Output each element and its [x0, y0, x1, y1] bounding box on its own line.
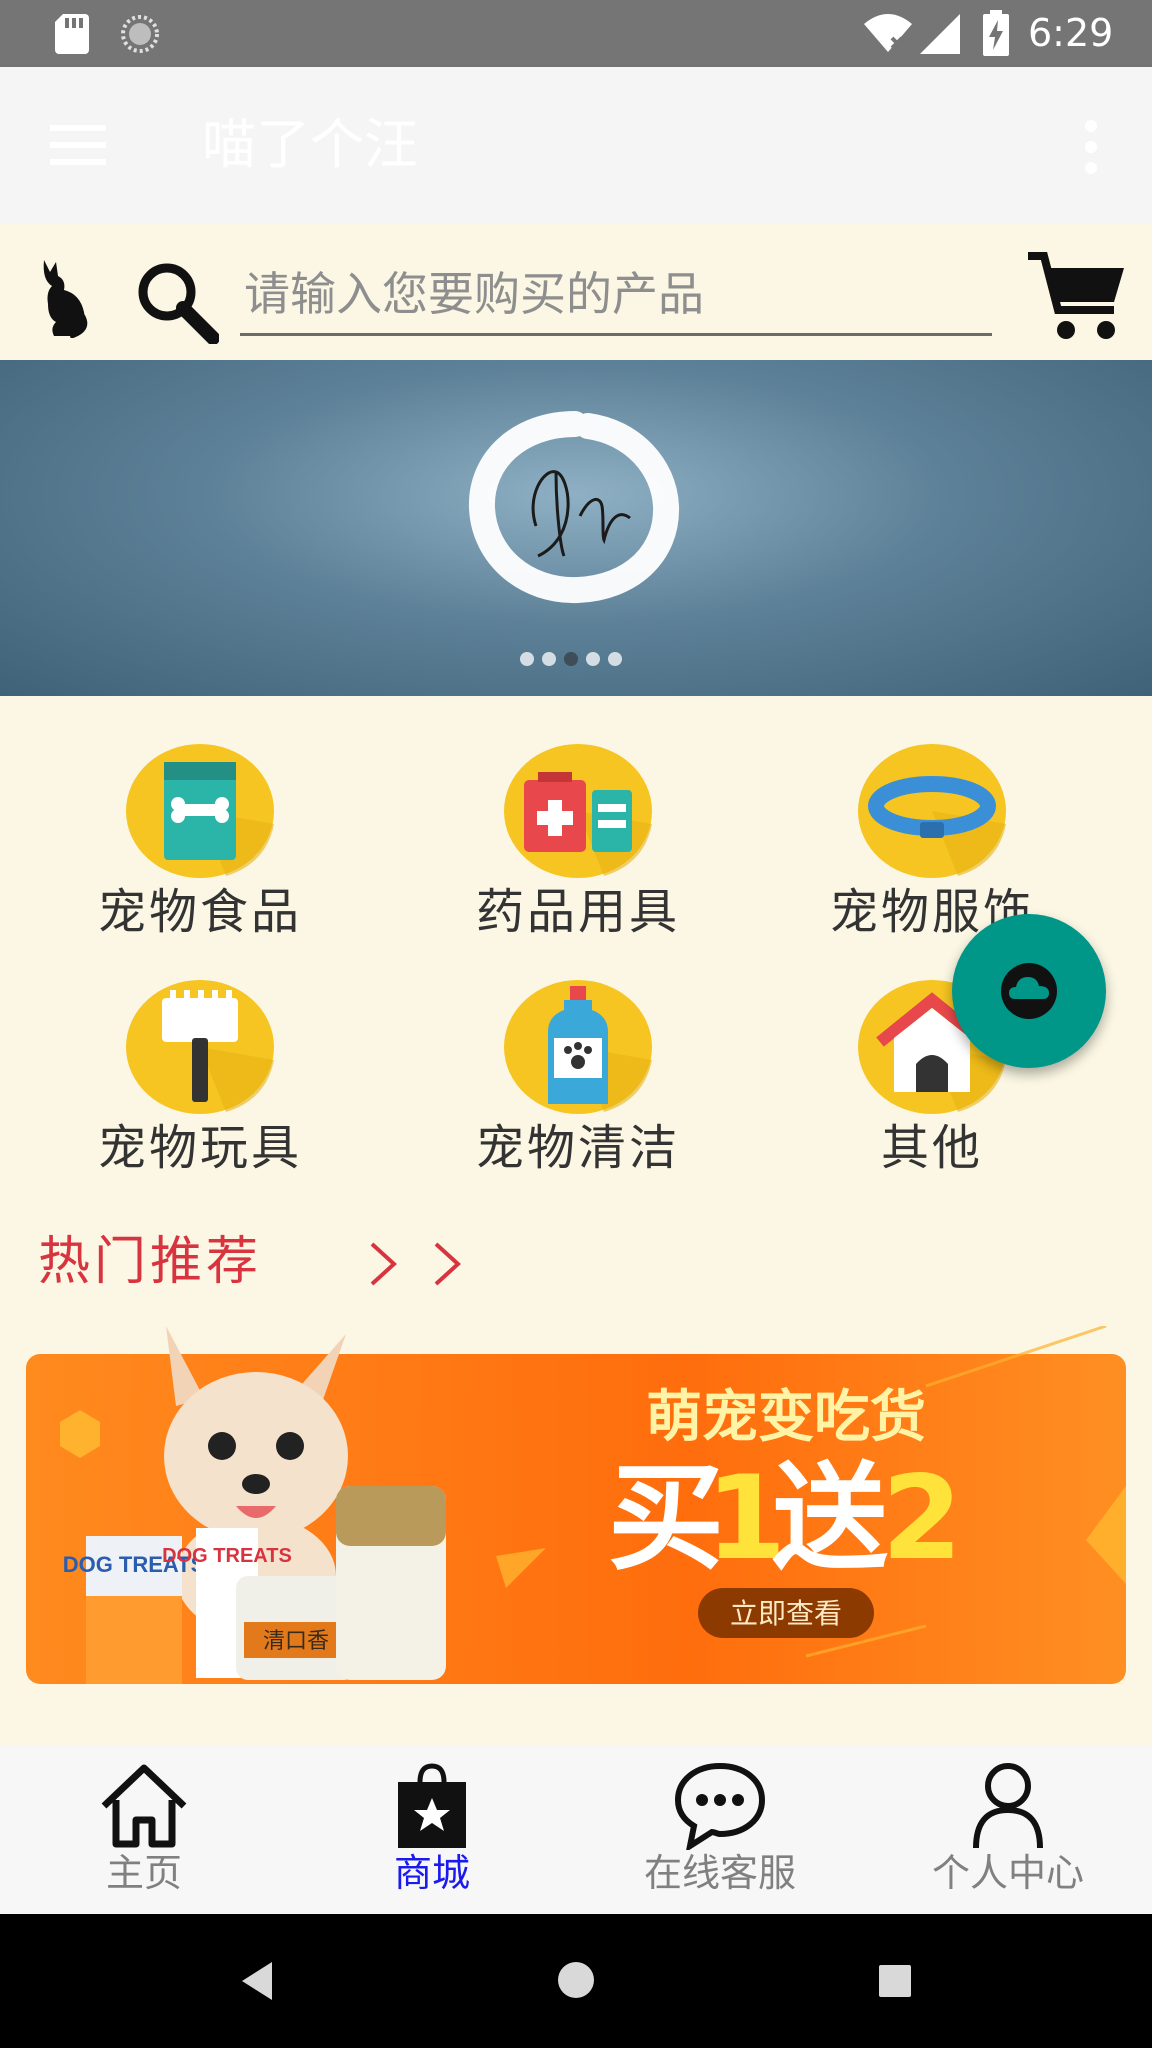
promo-headline: 萌宠变吃货	[646, 1385, 926, 1450]
promo-cta-label: 立即查看	[730, 1597, 842, 1630]
cloud-fab-button[interactable]	[952, 914, 1106, 1068]
back-icon[interactable]	[238, 1960, 274, 2002]
home-icon	[101, 1764, 187, 1848]
cart-icon[interactable]	[1028, 250, 1128, 342]
bottom-navigation: 主页 商城 在线客服 个人中心	[0, 1746, 1152, 1914]
promo-jar-label: 清口香	[263, 1629, 329, 1654]
carousel-dot[interactable]	[520, 652, 534, 666]
shampoo-bottle-icon	[504, 980, 652, 1114]
medicine-kit-icon	[504, 744, 652, 878]
chat-icon	[674, 1762, 766, 1850]
cloud-icon	[1001, 963, 1057, 1019]
pet-comb-icon	[126, 980, 274, 1114]
sd-card-icon	[55, 14, 89, 54]
carousel-dot-active[interactable]	[564, 652, 578, 666]
status-bar: 6:29	[0, 0, 1152, 67]
promo-offer-give: 送	[772, 1451, 888, 1586]
category-label: 宠物清洁	[475, 1120, 680, 1176]
recents-icon[interactable]	[878, 1964, 912, 1998]
loading-spinner-icon	[121, 15, 159, 53]
person-icon	[973, 1763, 1043, 1849]
nav-item-shop[interactable]: 商城	[288, 1746, 576, 1914]
app-title: 喵了个汪	[202, 113, 418, 176]
category-pet-food[interactable]: 宠物食品	[50, 744, 350, 944]
nav-label-chat: 在线客服	[643, 1851, 796, 1895]
cat-icon[interactable]	[36, 258, 90, 338]
signal-icon	[920, 14, 960, 54]
carousel-dot[interactable]	[608, 652, 622, 666]
menu-icon[interactable]	[50, 123, 106, 167]
shop-bag-icon	[398, 1763, 466, 1848]
promo-pack-2-label: DOG TREATS	[162, 1545, 292, 1567]
category-label: 其他	[880, 1120, 983, 1176]
category-label: 宠物玩具	[97, 1120, 302, 1176]
category-label: 药品用具	[475, 884, 680, 940]
pet-food-icon	[126, 744, 274, 878]
carousel-dot[interactable]	[586, 652, 600, 666]
nav-label-home: 主页	[105, 1851, 182, 1895]
battery-charging-icon	[983, 10, 1009, 56]
more-vert-icon[interactable]	[1080, 119, 1102, 175]
nav-item-chat[interactable]: 在线客服	[576, 1746, 864, 1914]
home-circle-icon[interactable]	[556, 1960, 596, 2000]
chevron-right-icon[interactable]	[362, 1236, 470, 1292]
carousel-dot[interactable]	[542, 652, 556, 666]
shop-screen: 6:29 喵了个汪 请输入您要购买的产品 宠物食品 药品用具 宠物服饰 宠物玩具…	[0, 0, 1152, 2048]
nav-item-profile[interactable]: 个人中心	[864, 1746, 1152, 1914]
wifi-off-icon	[864, 14, 912, 52]
banner-carousel[interactable]	[0, 360, 1152, 696]
search-row	[0, 224, 1152, 360]
pet-collar-icon	[858, 744, 1006, 878]
nav-label-shop: 商城	[393, 1851, 470, 1895]
hot-recommend-title: 热门推荐	[38, 1232, 263, 1292]
status-time: 6:29	[1028, 11, 1114, 55]
search-icon[interactable]	[135, 260, 219, 344]
category-pet-cleaning[interactable]: 宠物清洁	[428, 980, 728, 1180]
brand-logo-icon	[468, 411, 680, 604]
promo-banner[interactable]: DOG TREATS DOG TREATS 清口香 萌宠变吃货 买 1 送 2 …	[26, 1326, 1126, 1684]
carousel-dots	[520, 652, 622, 666]
category-label: 宠物食品	[97, 884, 302, 940]
nav-label-profile: 个人中心	[931, 1851, 1084, 1895]
search-input[interactable]	[240, 254, 992, 336]
app-bar: 喵了个汪	[0, 67, 1152, 224]
promo-offer-two: 2	[882, 1451, 963, 1586]
category-medicine[interactable]: 药品用具	[428, 744, 728, 944]
system-navigation-bar	[0, 1914, 1152, 2048]
nav-item-home[interactable]: 主页	[0, 1746, 288, 1914]
category-pet-toys[interactable]: 宠物玩具	[50, 980, 350, 1180]
